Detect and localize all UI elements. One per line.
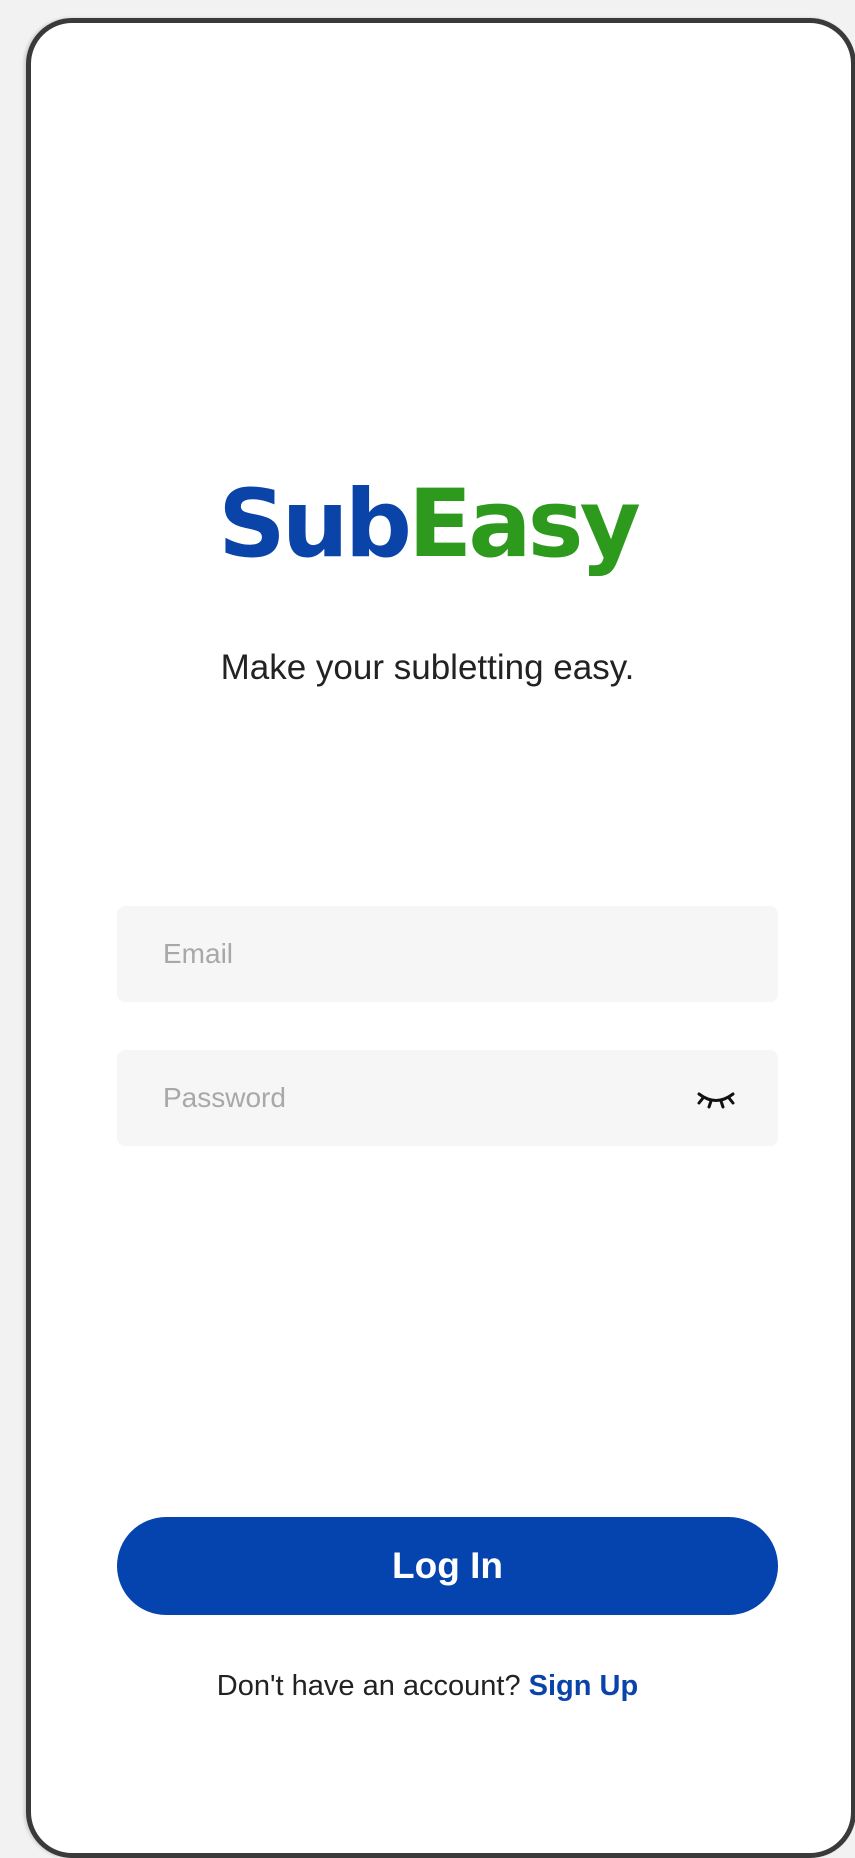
signup-link[interactable]: Sign Up: [529, 1670, 639, 1702]
password-input[interactable]: [163, 1082, 694, 1114]
email-input[interactable]: [163, 938, 732, 970]
logo-easy: Easy: [408, 470, 641, 579]
logo-sub: Sub: [218, 470, 412, 579]
eye-closed-icon[interactable]: [694, 1083, 738, 1113]
app-logo: SubEasy: [0, 478, 855, 572]
signup-row: Don't have an account? Sign Up: [0, 1670, 855, 1703]
tagline: Make your subletting easy.: [220, 648, 635, 687]
login-button[interactable]: Log In: [117, 1517, 778, 1615]
password-field-container: [117, 1050, 778, 1146]
signup-prompt: Don't have an account?: [216, 1670, 521, 1702]
email-field-container: [117, 906, 778, 1002]
